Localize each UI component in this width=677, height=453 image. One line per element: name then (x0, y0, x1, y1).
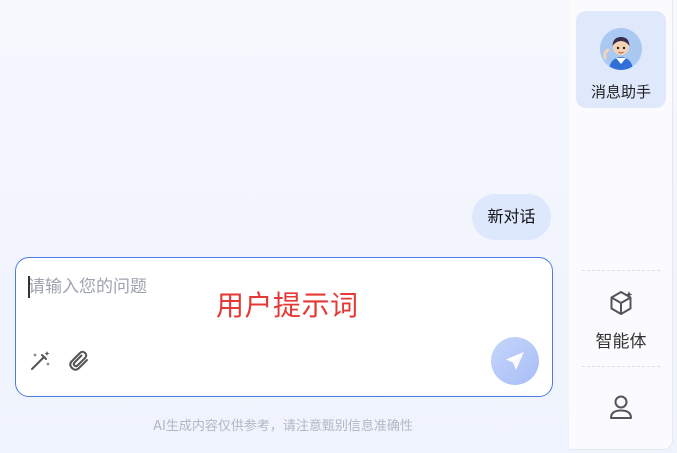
send-button[interactable] (491, 337, 539, 385)
text-caret (28, 276, 30, 298)
new-chat-button[interactable]: 新对话 (472, 194, 551, 240)
user-icon[interactable] (606, 392, 636, 422)
sidebar-divider (582, 270, 660, 271)
prompt-annotation-label: 用户提示词 (216, 289, 359, 322)
send-icon (506, 352, 524, 370)
sidebar-item-agents[interactable]: 智能体 (576, 283, 666, 359)
cube-sparkle-icon (610, 291, 633, 315)
paperclip-icon[interactable] (67, 349, 91, 373)
magic-wand-icon[interactable] (28, 349, 52, 373)
sidebar-divider (582, 366, 660, 367)
sidebar-item-agents-label: 智能体 (595, 332, 647, 352)
sidebar-item-assistant-label: 消息助手 (590, 83, 651, 101)
sidebar-item-assistant[interactable]: 消息助手 (576, 11, 666, 108)
prompt-input-box: 用户提示词 (15, 257, 553, 397)
assistant-avatar (600, 28, 642, 70)
app-window: 消息助手 智能体 新对话 用户提示词 (0, 0, 677, 453)
disclaimer-text: AI生成内容仅供参考，请注意甄别信息准确性 (153, 419, 413, 434)
